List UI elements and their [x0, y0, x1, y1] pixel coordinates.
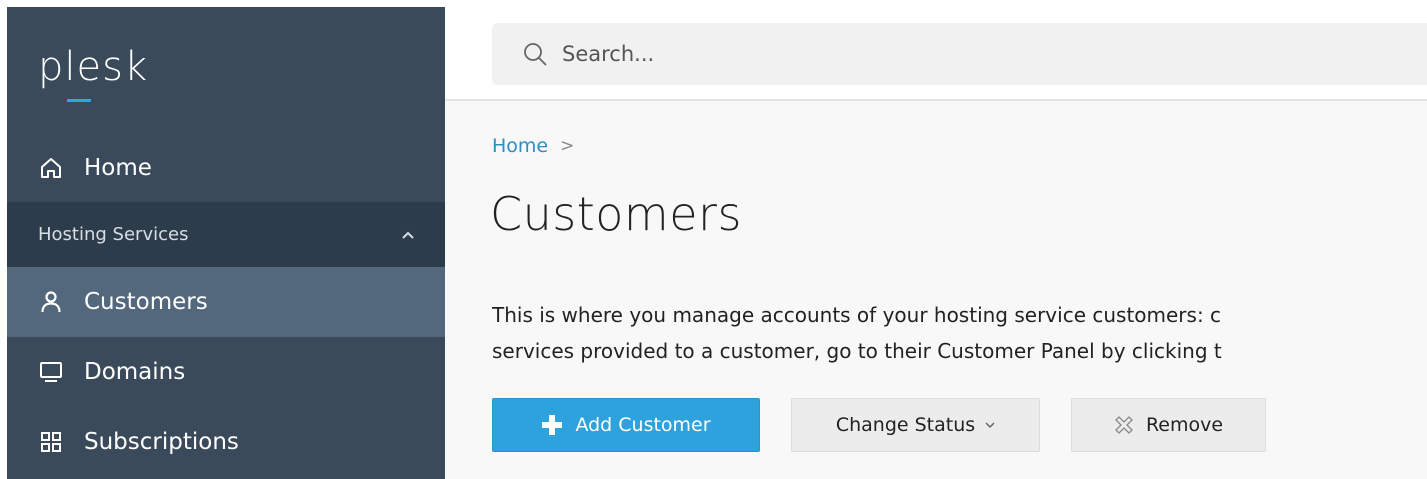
- description-line: services provided to a customer, go to t…: [492, 339, 1222, 363]
- sidebar-item-label: Home: [84, 155, 152, 181]
- search-icon: [522, 41, 548, 67]
- user-icon: [38, 289, 64, 315]
- plesk-logo[interactable]: plesk: [38, 47, 148, 87]
- chevron-up-icon: [401, 224, 415, 245]
- sidebar-item-subscriptions[interactable]: Subscriptions: [7, 409, 445, 475]
- add-customer-button[interactable]: Add Customer: [492, 398, 760, 452]
- main-content: Home > Customers This is where you manag…: [445, 7, 1427, 479]
- breadcrumb: Home >: [492, 135, 574, 157]
- sidebar-item-label: Subscriptions: [84, 429, 239, 455]
- sidebar-item-domains[interactable]: Domains: [7, 339, 445, 405]
- top-bar: [445, 7, 1427, 101]
- page-title: Customers: [490, 187, 742, 241]
- breadcrumb-separator: >: [560, 136, 575, 156]
- sidebar-item-home[interactable]: Home: [7, 135, 445, 201]
- plus-icon: [541, 414, 563, 436]
- logo-underline: [67, 99, 91, 102]
- button-label: Add Customer: [575, 414, 711, 436]
- sidebar-item-label: Domains: [84, 359, 186, 385]
- chevron-down-icon: [985, 418, 995, 432]
- sidebar-item-label: Customers: [84, 289, 208, 315]
- button-label: Remove: [1145, 414, 1224, 436]
- sidebar-item-customers[interactable]: Customers: [7, 267, 445, 337]
- home-icon: [38, 155, 64, 181]
- change-status-button[interactable]: Change Status: [791, 398, 1040, 452]
- section-hosting-services[interactable]: Hosting Services: [7, 202, 445, 267]
- remove-button[interactable]: Remove: [1071, 398, 1266, 452]
- search-bar[interactable]: [492, 23, 1427, 85]
- close-icon: [1114, 415, 1134, 435]
- section-label: Hosting Services: [38, 224, 189, 245]
- page-description: This is where you manage accounts of you…: [492, 297, 1427, 369]
- description-line: This is where you manage accounts of you…: [492, 303, 1222, 327]
- search-input[interactable]: [562, 42, 1362, 66]
- breadcrumb-home-link[interactable]: Home: [492, 135, 548, 157]
- grid-icon: [38, 429, 64, 455]
- monitor-icon: [38, 359, 64, 385]
- sidebar: plesk Home Hosting Services Customers Do…: [7, 7, 445, 479]
- button-label: Change Status: [835, 414, 976, 436]
